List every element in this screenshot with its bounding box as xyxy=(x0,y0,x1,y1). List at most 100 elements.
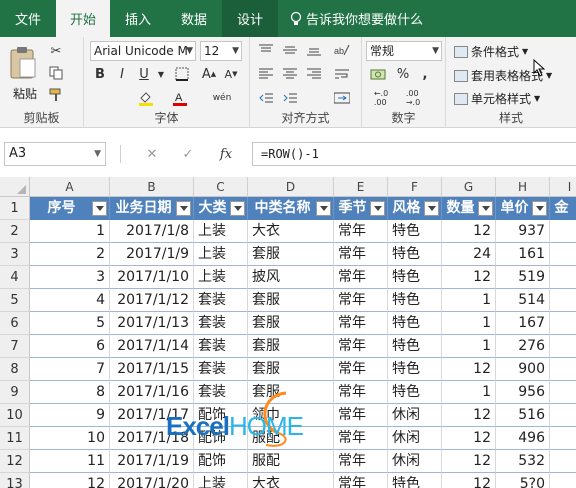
copy-icon[interactable] xyxy=(48,65,64,81)
row-header[interactable]: 2 xyxy=(0,220,30,243)
table-cell[interactable]: 上装 xyxy=(194,243,248,266)
name-box[interactable]: A3 ▼ xyxy=(4,142,106,166)
formula-input[interactable]: =ROW()-1 xyxy=(252,142,576,166)
table-cell[interactable]: 516 xyxy=(496,404,550,427)
table-cell[interactable] xyxy=(550,450,576,473)
table-cell[interactable] xyxy=(550,473,576,488)
paste-button[interactable]: 粘贴 xyxy=(10,85,40,102)
select-all-button[interactable] xyxy=(0,177,30,197)
header-cell[interactable]: 单价 xyxy=(496,197,550,220)
table-cell[interactable]: 休闲 xyxy=(388,427,442,450)
table-cell[interactable]: 常年 xyxy=(334,243,388,266)
increase-decimal-icon[interactable]: ←.0.00 xyxy=(368,89,394,107)
table-cell[interactable]: 常年 xyxy=(334,220,388,243)
table-cell[interactable]: 496 xyxy=(496,427,550,450)
table-cell[interactable]: 常年 xyxy=(334,473,388,488)
row-header[interactable]: 3 xyxy=(0,243,30,266)
table-cell[interactable]: 套服 xyxy=(248,358,334,381)
table-cell[interactable] xyxy=(550,427,576,450)
column-header[interactable]: H xyxy=(496,177,550,197)
filter-dropdown-icon[interactable] xyxy=(370,201,385,216)
wrap-text-icon[interactable] xyxy=(330,65,354,83)
table-cell[interactable]: 特色 xyxy=(388,266,442,289)
table-cell[interactable]: 3 xyxy=(30,266,110,289)
table-cell[interactable]: 1 xyxy=(442,289,496,312)
table-cell[interactable]: 2017/1/20 xyxy=(110,473,194,488)
table-cell[interactable]: 5 xyxy=(30,312,110,335)
table-cell[interactable]: 12 xyxy=(442,450,496,473)
row-header[interactable]: 5 xyxy=(0,289,30,312)
column-header[interactable]: C xyxy=(194,177,248,197)
column-header[interactable]: G xyxy=(442,177,496,197)
header-cell[interactable]: 季节 xyxy=(334,197,388,220)
row-header[interactable]: 13 xyxy=(0,473,30,488)
row-header[interactable]: 1 xyxy=(0,197,30,220)
table-cell[interactable]: 6 xyxy=(30,335,110,358)
table-cell[interactable]: 特色 xyxy=(388,381,442,404)
header-cell[interactable]: 序号 xyxy=(30,197,110,220)
tab-insert[interactable]: 插入 xyxy=(110,0,166,37)
conditional-format-button[interactable]: 条件格式 ▼ xyxy=(454,43,528,60)
cut-icon[interactable]: ✂ xyxy=(48,43,64,59)
table-cell[interactable]: 2017/1/8 xyxy=(110,220,194,243)
table-cell[interactable]: 2 xyxy=(30,243,110,266)
table-cell[interactable]: 5?0 xyxy=(496,473,550,488)
filter-dropdown-icon[interactable] xyxy=(316,201,331,216)
table-cell[interactable]: 常年 xyxy=(334,312,388,335)
header-cell[interactable]: 中类名称 xyxy=(248,197,334,220)
orientation-icon[interactable]: ab xyxy=(330,41,354,59)
column-header[interactable]: F xyxy=(388,177,442,197)
table-cell[interactable]: 2017/1/13 xyxy=(110,312,194,335)
row-header[interactable]: 6 xyxy=(0,312,30,335)
align-left-icon[interactable] xyxy=(256,65,276,83)
filter-dropdown-icon[interactable] xyxy=(92,201,107,216)
row-header[interactable]: 12 xyxy=(0,450,30,473)
table-cell[interactable]: 12 xyxy=(442,473,496,488)
column-header[interactable]: I xyxy=(550,177,576,197)
column-header[interactable]: B xyxy=(110,177,194,197)
table-cell[interactable] xyxy=(550,220,576,243)
increase-font-icon[interactable]: A ▲ xyxy=(200,65,218,83)
cancel-icon[interactable]: ✕ xyxy=(144,146,160,162)
row-header[interactable]: 10 xyxy=(0,404,30,427)
borders-icon[interactable] xyxy=(172,65,192,83)
align-middle-icon[interactable] xyxy=(280,41,300,59)
table-cell[interactable] xyxy=(550,335,576,358)
decrease-font-icon[interactable]: A ▼ xyxy=(222,65,240,83)
row-header[interactable]: 4 xyxy=(0,266,30,289)
header-cell[interactable]: 金 xyxy=(550,197,576,220)
decrease-indent-icon[interactable] xyxy=(256,89,276,107)
table-cell[interactable]: 161 xyxy=(496,243,550,266)
tab-home[interactable]: 开始 xyxy=(56,0,110,37)
table-cell[interactable]: 9 xyxy=(30,404,110,427)
row-header[interactable]: 8 xyxy=(0,358,30,381)
table-cell[interactable]: 10 xyxy=(30,427,110,450)
table-cell[interactable]: 常年 xyxy=(334,335,388,358)
table-cell[interactable]: 12 xyxy=(442,427,496,450)
table-cell[interactable]: 937 xyxy=(496,220,550,243)
table-cell[interactable]: 常年 xyxy=(334,381,388,404)
table-cell[interactable]: 休闲 xyxy=(388,404,442,427)
table-cell[interactable]: 514 xyxy=(496,289,550,312)
table-cell[interactable]: 532 xyxy=(496,450,550,473)
tell-me-box[interactable]: 告诉我你想要做什么 xyxy=(290,0,423,37)
table-cell[interactable]: 2017/1/14 xyxy=(110,335,194,358)
table-cell[interactable]: 常年 xyxy=(334,404,388,427)
italic-button[interactable]: I xyxy=(114,65,130,83)
table-cell[interactable] xyxy=(550,381,576,404)
table-cell[interactable]: 休闲 xyxy=(388,450,442,473)
table-cell[interactable]: 套服 xyxy=(248,312,334,335)
filter-dropdown-icon[interactable] xyxy=(424,201,439,216)
phonetic-button[interactable]: wén xyxy=(208,89,236,107)
table-cell[interactable]: 956 xyxy=(496,381,550,404)
filter-dropdown-icon[interactable] xyxy=(532,201,547,216)
table-cell[interactable]: 4 xyxy=(30,289,110,312)
table-cell[interactable]: 12 xyxy=(30,473,110,488)
header-cell[interactable]: 数量 xyxy=(442,197,496,220)
table-cell[interactable] xyxy=(550,243,576,266)
tab-data[interactable]: 数据 xyxy=(166,0,222,37)
table-cell[interactable] xyxy=(550,312,576,335)
paste-icon[interactable] xyxy=(6,43,40,83)
table-cell[interactable]: 2017/1/9 xyxy=(110,243,194,266)
table-cell[interactable]: 12 xyxy=(442,220,496,243)
